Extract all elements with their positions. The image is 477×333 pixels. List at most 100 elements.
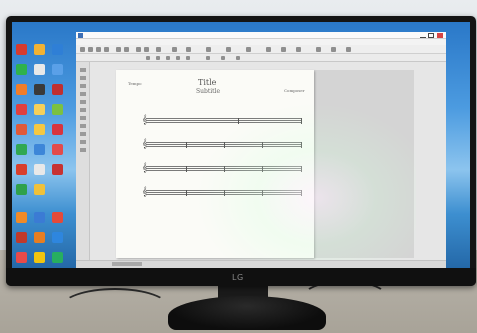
desktop-icon[interactable] [16,164,27,175]
staff[interactable] [146,166,302,172]
desktop-icon[interactable] [34,252,45,263]
toolbar-button[interactable] [186,56,190,60]
palette-item[interactable] [80,92,86,96]
palette-item[interactable] [80,132,86,136]
screen: Tempo Title Subtitle Composer 𝄞 𝄞 𝄞 𝄞 [12,22,470,268]
desktop-icon[interactable] [16,212,27,223]
desktop-icon[interactable] [34,64,45,75]
title-bar[interactable] [76,32,446,39]
desktop-icon[interactable] [34,144,45,155]
toolbar-button[interactable] [296,47,301,52]
desktop-icon[interactable] [16,184,27,195]
maximize-icon[interactable] [428,33,434,38]
desktop-icon[interactable] [16,104,27,115]
toolbar-button[interactable] [176,56,180,60]
tempo-text: Tempo [128,81,142,86]
toolbar-button[interactable] [226,47,231,52]
main-toolbar [76,45,446,54]
toolbar-button[interactable] [206,47,211,52]
desktop-icon[interactable] [52,212,63,223]
toolbar-button[interactable] [144,47,149,52]
palette-item[interactable] [80,124,86,128]
palette-item[interactable] [80,140,86,144]
desktop-icon[interactable] [34,104,45,115]
desktop-icon[interactable] [52,232,63,243]
monitor-stand-base [168,296,326,330]
staff[interactable] [146,190,302,196]
desktop-icon[interactable] [16,252,27,263]
desktop-icon[interactable] [52,104,63,115]
barline [301,142,302,148]
note-input-toolbar [76,54,446,62]
score-page[interactable]: Tempo Title Subtitle Composer 𝄞 𝄞 𝄞 𝄞 [116,70,314,258]
desktop-icon[interactable] [52,164,63,175]
barline [301,166,302,172]
toolbar-button[interactable] [80,47,85,52]
desktop-icon[interactable] [16,44,27,55]
toolbar-button[interactable] [124,47,129,52]
desktop-icon[interactable] [52,124,63,135]
desktop-icon[interactable] [52,84,63,95]
toolbar-button[interactable] [186,47,191,52]
toolbar-button[interactable] [236,56,240,60]
palette-item[interactable] [80,68,86,72]
desktop-icon[interactable] [34,124,45,135]
desktop-icon[interactable] [52,44,63,55]
desktop-icon[interactable] [34,184,45,195]
palette-item[interactable] [80,76,86,80]
desktop-icon[interactable] [52,252,63,263]
toolbar-button[interactable] [146,56,150,60]
palette-item[interactable] [80,116,86,120]
toolbar-button[interactable] [88,47,93,52]
cable [60,288,170,328]
palette-item[interactable] [80,148,86,152]
toolbar-button[interactable] [246,47,251,52]
toolbar-button[interactable] [156,47,161,52]
barline [186,142,187,148]
toolbar-button[interactable] [96,47,101,52]
palette-item[interactable] [80,108,86,112]
toolbar-button[interactable] [156,56,160,60]
desktop-icon[interactable] [16,124,27,135]
barline [224,166,225,172]
palette-item[interactable] [80,100,86,104]
desktop-icon[interactable] [16,144,27,155]
staff[interactable] [146,118,302,124]
toolbar-button[interactable] [281,47,286,52]
notation-app-window: Tempo Title Subtitle Composer 𝄞 𝄞 𝄞 𝄞 [76,32,446,268]
close-icon[interactable] [437,33,443,38]
toolbar-button[interactable] [266,47,271,52]
staff[interactable] [146,142,302,148]
score-subtitle[interactable]: Subtitle [196,88,220,95]
toolbar-button[interactable] [206,56,210,60]
desktop-icon[interactable] [34,164,45,175]
barline [224,142,225,148]
desktop-icon[interactable] [52,64,63,75]
desktop-icon[interactable] [16,64,27,75]
desktop-icon[interactable] [34,44,45,55]
palette-item[interactable] [80,84,86,88]
toolbar-button[interactable] [221,56,225,60]
desktop-icon[interactable] [16,84,27,95]
toolbar-button[interactable] [346,47,351,52]
desktop-icon[interactable] [34,232,45,243]
barline [262,166,263,172]
desktop-icon[interactable] [34,84,45,95]
desktop-icon[interactable] [34,212,45,223]
toolbar-button[interactable] [166,56,170,60]
toolbar-button[interactable] [331,47,336,52]
toolbar-button[interactable] [316,47,321,52]
score-composer[interactable]: Composer [284,88,305,93]
desktop-icon[interactable] [52,144,63,155]
toolbar-button[interactable] [116,47,121,52]
toolbar-button[interactable] [104,47,109,52]
barline [301,118,302,124]
desktop-icon[interactable] [16,232,27,243]
score-title[interactable]: Title [198,78,216,87]
toolbar-button[interactable] [136,47,141,52]
toolbar-button[interactable] [172,47,177,52]
barline [224,190,225,196]
monitor: Tempo Title Subtitle Composer 𝄞 𝄞 𝄞 𝄞 LG [6,16,476,286]
minimize-icon[interactable] [420,33,426,38]
barline [186,190,187,196]
